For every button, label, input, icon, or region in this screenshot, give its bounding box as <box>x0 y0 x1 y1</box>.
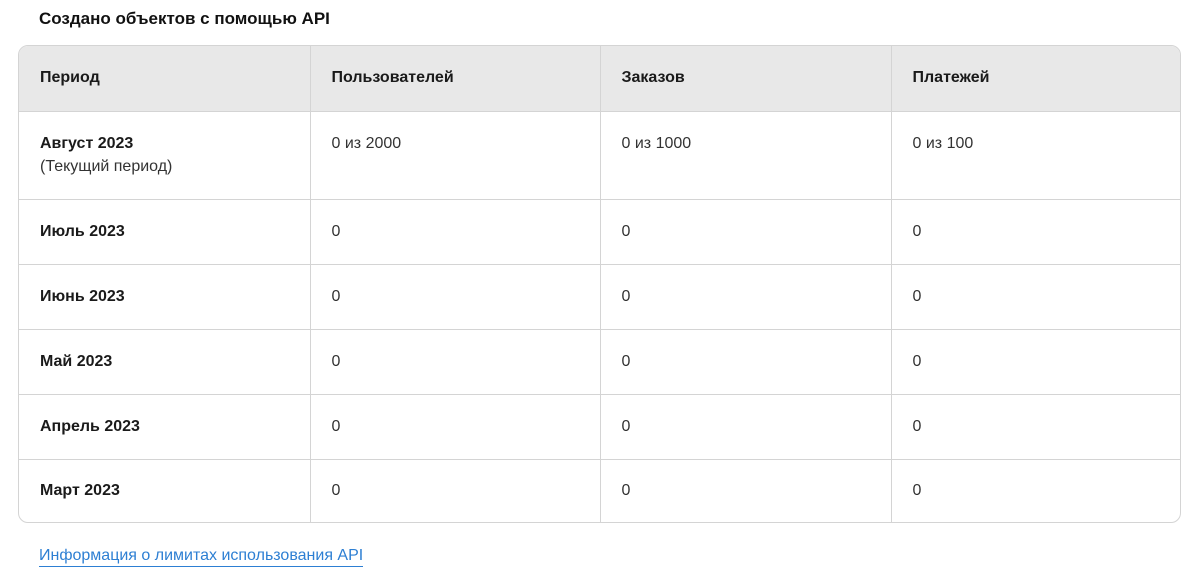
orders-value: 0 <box>621 417 631 435</box>
users-value: 0 <box>331 352 341 370</box>
table-row: Июль 2023 0 0 0 <box>19 199 1180 265</box>
usage-table: Период Пользователей Заказов Платежей Ав… <box>19 46 1180 522</box>
users-value: 0 из 2000 <box>331 134 402 152</box>
payments-value: 0 <box>912 481 922 499</box>
orders-cell: 0 <box>600 264 892 330</box>
period-name: Август 2023 <box>40 134 134 152</box>
payments-value: 0 <box>912 352 922 370</box>
table-row: Март 2023 0 0 0 <box>19 459 1180 522</box>
payments-cell: 0 <box>891 394 1180 460</box>
users-cell: 0 из 2000 <box>310 111 601 200</box>
orders-value: 0 <box>621 352 631 370</box>
section-title: Создано объектов с помощью API <box>39 9 330 28</box>
orders-value: 0 из 1000 <box>621 134 692 152</box>
period-cell: Март 2023 <box>19 459 311 522</box>
orders-cell: 0 <box>600 459 892 522</box>
column-header-payments: Платежей <box>891 46 1180 112</box>
users-cell: 0 <box>310 329 601 395</box>
period-name: Июль 2023 <box>40 222 125 240</box>
column-header-orders: Заказов <box>600 46 892 112</box>
orders-cell: 0 <box>600 329 892 395</box>
orders-value: 0 <box>621 287 631 305</box>
users-value: 0 <box>331 222 341 240</box>
period-cell: Июнь 2023 <box>19 264 311 330</box>
users-cell: 0 <box>310 394 601 460</box>
period-name: Март 2023 <box>40 481 120 499</box>
payments-cell: 0 <box>891 329 1180 395</box>
current-period-note: (Текущий период) <box>40 157 173 175</box>
users-value: 0 <box>331 287 341 305</box>
table-row: Май 2023 0 0 0 <box>19 329 1180 395</box>
payments-cell: 0 из 100 <box>891 111 1180 200</box>
api-objects-table: Период Пользователей Заказов Платежей Ав… <box>18 45 1181 523</box>
period-cell: Май 2023 <box>19 329 311 395</box>
users-cell: 0 <box>310 264 601 330</box>
payments-cell: 0 <box>891 199 1180 265</box>
orders-cell: 0 <box>600 199 892 265</box>
column-header-users: Пользователей <box>310 46 601 112</box>
table-row: Август 2023 (Текущий период) 0 из 2000 0… <box>19 111 1180 200</box>
column-header-period: Период <box>19 46 311 112</box>
payments-cell: 0 <box>891 459 1180 522</box>
payments-cell: 0 <box>891 264 1180 330</box>
api-limits-info-link[interactable]: Информация о лимитах использования API <box>39 546 364 567</box>
users-cell: 0 <box>310 199 601 265</box>
orders-value: 0 <box>621 222 631 240</box>
payments-value: 0 <box>912 222 922 240</box>
period-name: Май 2023 <box>40 352 113 370</box>
period-cell: Июль 2023 <box>19 199 311 265</box>
payments-value: 0 <box>912 287 922 305</box>
payments-value: 0 из 100 <box>912 134 974 152</box>
table-header-row: Период Пользователей Заказов Платежей <box>19 46 1180 112</box>
payments-value: 0 <box>912 417 922 435</box>
period-name: Апрель 2023 <box>40 417 140 435</box>
period-cell: Апрель 2023 <box>19 394 311 460</box>
period-name: Июнь 2023 <box>40 287 125 305</box>
table-row: Июнь 2023 0 0 0 <box>19 264 1180 330</box>
table-row: Апрель 2023 0 0 0 <box>19 394 1180 460</box>
users-value: 0 <box>331 417 341 435</box>
orders-value: 0 <box>621 481 631 499</box>
users-value: 0 <box>331 481 341 499</box>
users-cell: 0 <box>310 459 601 522</box>
orders-cell: 0 из 1000 <box>600 111 892 200</box>
period-cell: Август 2023 (Текущий период) <box>19 111 311 200</box>
orders-cell: 0 <box>600 394 892 460</box>
